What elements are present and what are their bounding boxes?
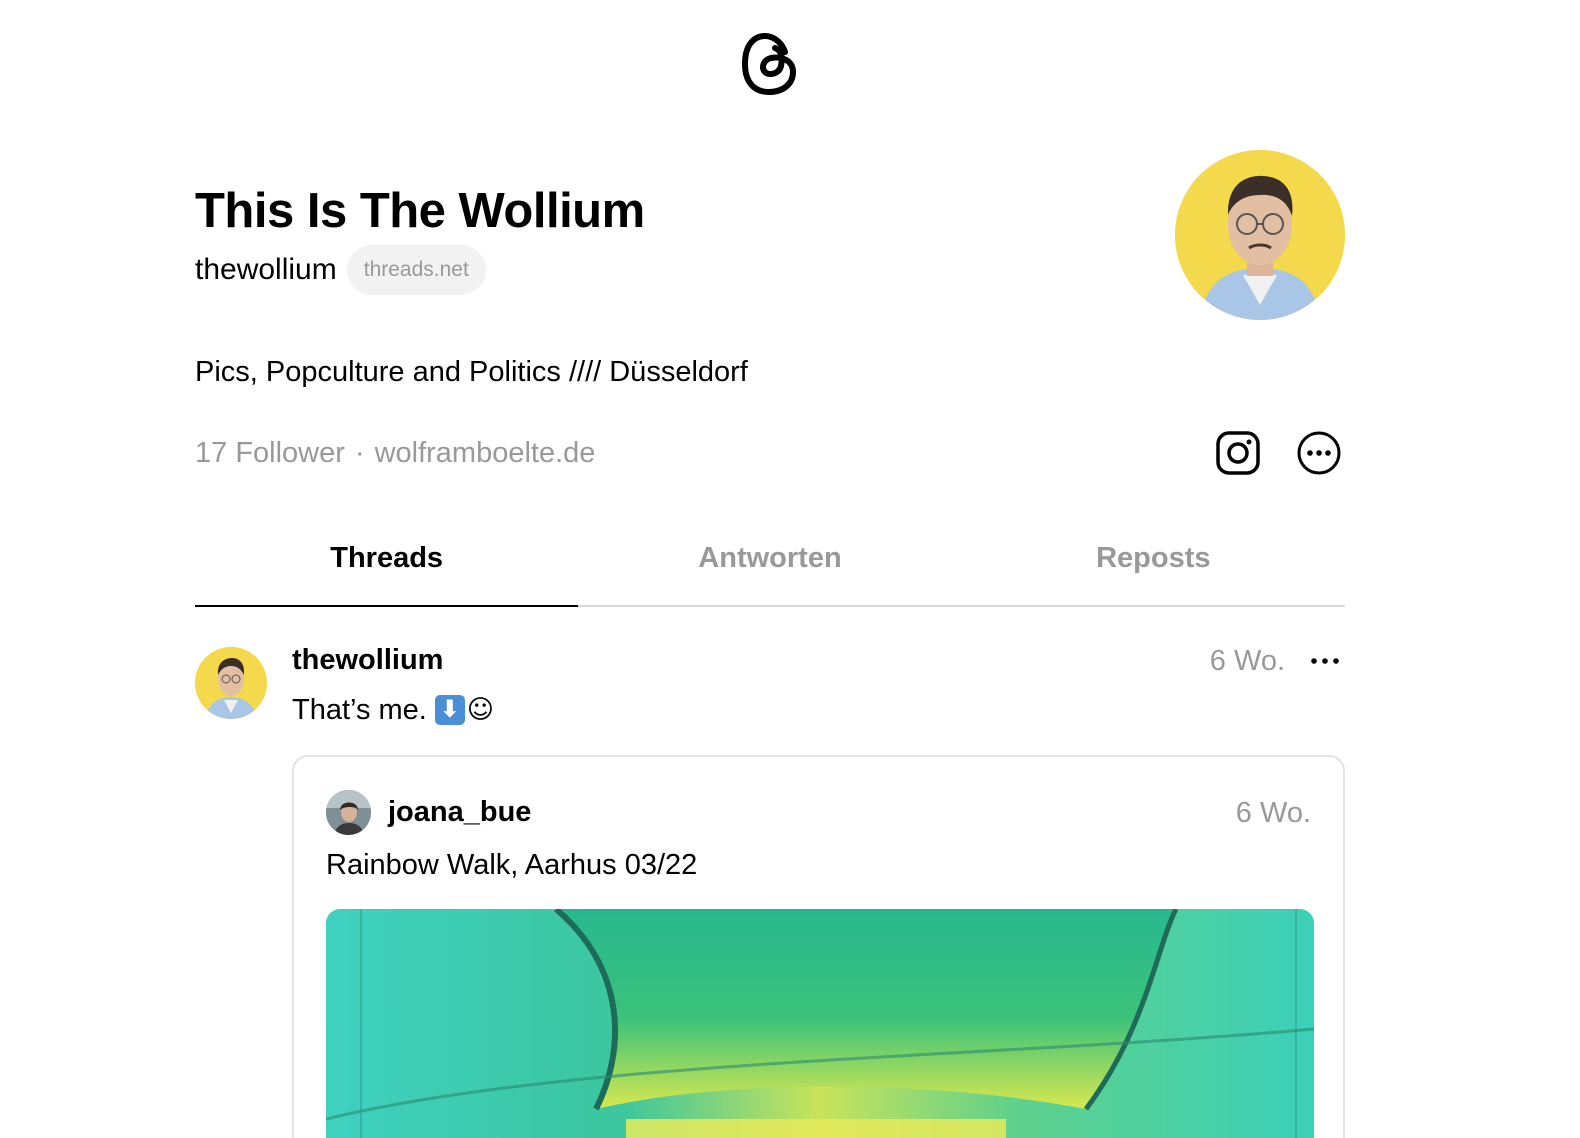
quoted-post-card[interactable]: joana_bue 6 Wo. Rainbow Walk, Aarhus 03/… — [292, 755, 1345, 1138]
profile-tabs: Threads Antworten Reposts — [195, 530, 1345, 607]
followers-count[interactable]: 17 Follower — [195, 433, 345, 473]
tab-threads[interactable]: Threads — [195, 530, 579, 607]
post-time[interactable]: 6 Wo. — [1195, 643, 1285, 679]
post-author-avatar[interactable] — [195, 647, 267, 719]
quote-time[interactable]: 6 Wo. — [1236, 795, 1311, 831]
post-more-icon[interactable] — [1308, 647, 1342, 675]
handle-row: thewollium threads.net — [195, 245, 486, 295]
quote-author-name[interactable]: joana_bue — [388, 794, 531, 830]
instagram-icon[interactable] — [1215, 430, 1261, 476]
more-circle-icon[interactable] — [1296, 430, 1342, 476]
profile-meta: 17 Follower · wolframboelte.de — [195, 433, 595, 473]
post-text-content: That’s me. — [292, 694, 427, 726]
quote-author-avatar[interactable] — [326, 790, 371, 835]
profile-page: This Is The Wollium thewollium threads.n… — [0, 0, 1580, 1138]
quote-text: Rainbow Walk, Aarhus 03/22 — [326, 849, 698, 881]
threads-domain-badge[interactable]: threads.net — [346, 245, 486, 295]
website-link[interactable]: wolframboelte.de — [375, 433, 596, 473]
post-text: That’s me. ⬇ ☺ — [292, 690, 494, 730]
profile-bio: Pics, Popculture and Politics //// Düsse… — [195, 356, 748, 388]
tab-antworten[interactable]: Antworten — [578, 530, 961, 605]
threads-logo-icon[interactable] — [741, 30, 801, 98]
tab-reposts[interactable]: Reposts — [962, 530, 1345, 605]
profile-handle: thewollium — [195, 253, 337, 286]
separator-dot: · — [354, 437, 365, 469]
down-arrow-emoji: ⬇ — [434, 695, 465, 725]
post-author-name[interactable]: thewollium — [292, 642, 443, 678]
profile-name: This Is The Wollium — [195, 184, 645, 238]
rainbow-walk-photo[interactable] — [326, 909, 1314, 1138]
profile-avatar[interactable] — [1175, 150, 1345, 320]
smile-emoji: ☺ — [466, 695, 494, 725]
